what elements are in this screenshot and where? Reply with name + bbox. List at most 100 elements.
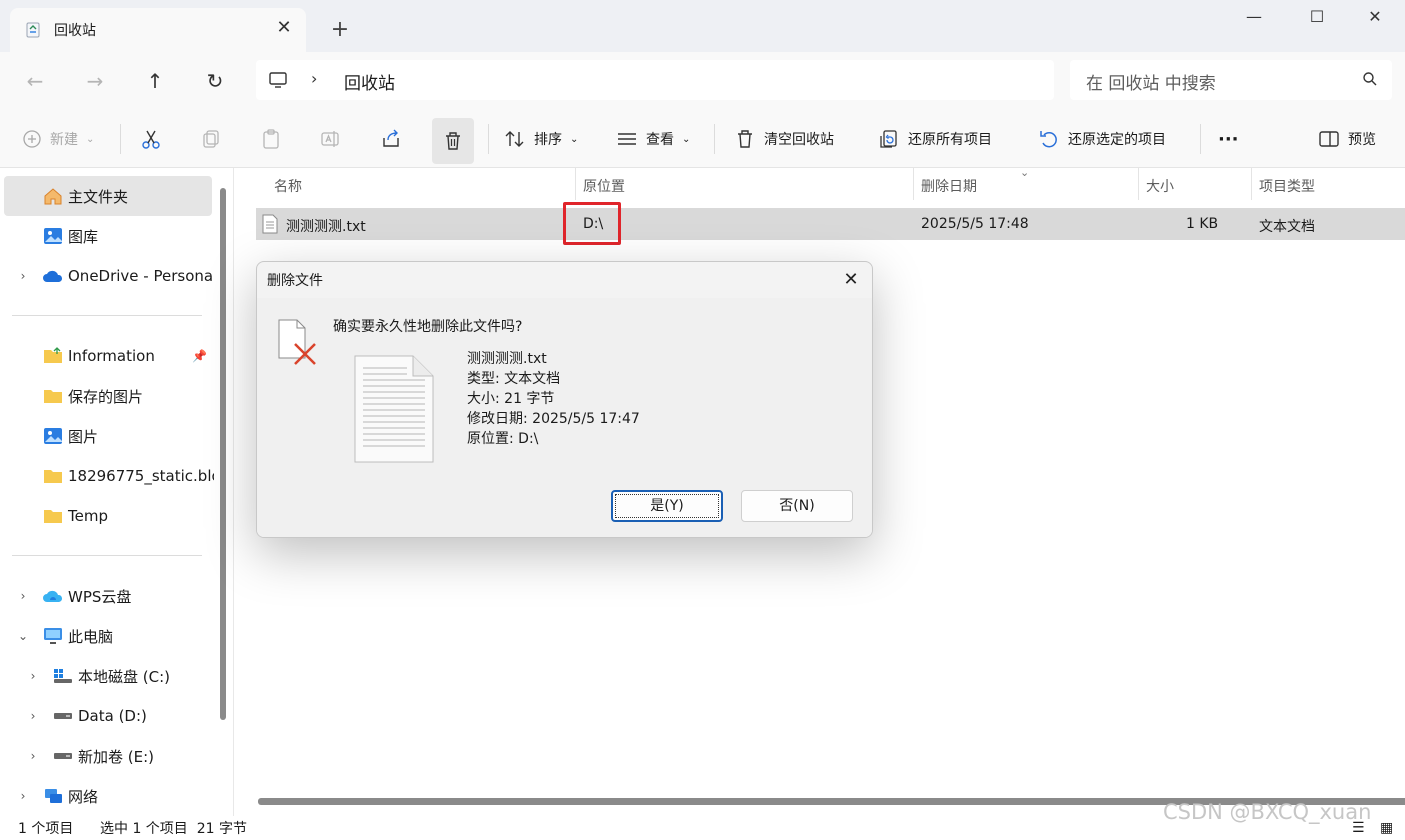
search-placeholder: 在 回收站 中搜索: [1086, 74, 1216, 94]
chevron-right-icon[interactable]: ›: [16, 269, 30, 283]
sort-button[interactable]: 排序 ⌄: [504, 120, 578, 158]
folder-icon: [42, 505, 64, 527]
back-arrow-icon[interactable]: ←: [18, 64, 52, 98]
sidebar-item-label: OneDrive - Personal: [68, 267, 214, 285]
view-label: 查看: [646, 132, 674, 148]
copy-button[interactable]: [200, 120, 222, 158]
system-drive-icon: [52, 665, 74, 687]
toolbar-divider: [488, 124, 489, 154]
sidebar-item-static-blob[interactable]: 18296775_static.blob: [0, 456, 214, 496]
chevron-right-icon[interactable]: ›: [26, 749, 40, 763]
empty-recycle-bin-button[interactable]: 清空回收站: [734, 120, 834, 158]
drive-icon: [52, 745, 74, 767]
up-arrow-icon[interactable]: ↑: [138, 64, 172, 98]
table-row[interactable]: 测测测测.txt D:\ 2025/5/5 17:48 1 KB 文本文档: [256, 208, 1405, 240]
home-icon: [42, 185, 64, 207]
undo-restore-icon: [1040, 131, 1057, 148]
sidebar-scrollbar[interactable]: [220, 188, 226, 720]
no-button[interactable]: 否(N): [741, 490, 853, 522]
maximize-icon[interactable]: ☐: [1287, 0, 1347, 34]
sidebar-item-network[interactable]: › 网络: [0, 776, 214, 816]
copy-icon: [203, 130, 219, 148]
sidebar-item-drive-d[interactable]: › Data (D:): [0, 696, 214, 736]
sidebar-item-temp[interactable]: Temp: [0, 496, 214, 536]
new-label: 新建: [50, 132, 78, 148]
column-header-original-location[interactable]: 原位置: [583, 176, 625, 196]
restore-selected-label: 还原选定的项目: [1068, 132, 1166, 148]
share-button[interactable]: [380, 120, 402, 158]
gallery-icon: [42, 225, 64, 247]
sidebar-item-drive-e[interactable]: › 新加卷 (E:): [0, 736, 214, 776]
yes-button[interactable]: 是(Y): [611, 490, 723, 522]
view-button[interactable]: 查看 ⌄: [616, 120, 690, 158]
column-divider[interactable]: [1138, 168, 1139, 200]
column-divider[interactable]: [1251, 168, 1252, 200]
address-bar[interactable]: › 回收站: [256, 60, 1054, 100]
sidebar-item-gallery[interactable]: 图库: [0, 216, 214, 256]
sidebar-item-label: Data (D:): [78, 707, 147, 725]
refresh-icon[interactable]: ↻: [198, 64, 232, 98]
column-header-size[interactable]: 大小: [1146, 176, 1174, 196]
sidebar-item-pictures[interactable]: 图片: [0, 416, 214, 456]
cut-button[interactable]: [140, 120, 162, 158]
file-name: 测测测测.txt: [286, 219, 366, 235]
minimize-icon[interactable]: —: [1224, 0, 1284, 34]
dialog-original-location: 原位置: D:\: [467, 431, 539, 447]
column-header-date-deleted[interactable]: 删除日期: [921, 176, 977, 196]
rename-button[interactable]: [320, 120, 342, 158]
column-header-name[interactable]: 名称: [274, 176, 302, 196]
breadcrumb[interactable]: 回收站: [344, 69, 395, 94]
network-icon: [42, 785, 64, 807]
restore-all-icon: [880, 130, 897, 148]
chevron-right-icon[interactable]: ›: [16, 789, 30, 803]
monitor-icon: [42, 625, 64, 647]
title-bar: 回收站 ✕ + — ☐ ✕: [0, 0, 1405, 52]
column-divider[interactable]: [913, 168, 914, 200]
sidebar-item-drive-c[interactable]: › 本地磁盘 (C:): [0, 656, 214, 696]
window-close-icon[interactable]: ✕: [1345, 0, 1405, 34]
sidebar-item-information[interactable]: Information 📌: [0, 336, 214, 376]
search-input[interactable]: 在 回收站 中搜索: [1070, 60, 1392, 100]
sidebar-item-wps-cloud[interactable]: › WPS云盘: [0, 576, 214, 616]
delete-button[interactable]: [432, 118, 474, 164]
trash-icon: [446, 132, 460, 150]
dialog-question: 确实要永久性地删除此文件吗?: [333, 319, 523, 335]
tiles-view-icon[interactable]: ▦: [1380, 820, 1393, 836]
sidebar-item-onedrive[interactable]: › OneDrive - Personal: [0, 256, 214, 296]
pin-icon[interactable]: 📌: [192, 349, 207, 363]
preview-button[interactable]: 预览: [1318, 120, 1376, 158]
toolbar-divider: [714, 124, 715, 154]
column-divider[interactable]: [575, 168, 576, 200]
scissors-icon: [142, 130, 160, 149]
file-type: 文本文档: [1259, 219, 1315, 235]
forward-arrow-icon[interactable]: →: [78, 64, 112, 98]
new-tab-plus-icon[interactable]: +: [326, 16, 354, 44]
sidebar-divider: [12, 315, 202, 316]
more-options-button[interactable]: ···: [1218, 120, 1239, 158]
column-header-type[interactable]: 项目类型: [1259, 176, 1315, 196]
file-date-deleted: 2025/5/5 17:48: [921, 216, 1029, 232]
toolbar-divider: [120, 124, 121, 154]
sidebar-item-home[interactable]: 主文件夹: [4, 176, 212, 216]
tab-close-icon[interactable]: ✕: [272, 16, 296, 40]
sidebar-item-label: Information: [68, 347, 155, 365]
new-button[interactable]: 新建 ⌄: [22, 120, 94, 158]
sort-arrows-icon: [505, 131, 524, 147]
toolbar-divider: [1200, 124, 1201, 154]
chevron-right-icon[interactable]: ›: [26, 669, 40, 683]
clipboard-icon: [263, 129, 279, 149]
chevron-right-icon[interactable]: ›: [26, 709, 40, 723]
restore-all-button[interactable]: 还原所有项目: [878, 120, 992, 158]
paste-button[interactable]: [260, 120, 282, 158]
delete-file-dialog: 删除文件 ✕ 确实要永久性地删除此文件吗? 测测测测.txt 类型: 文本文档 …: [256, 261, 873, 538]
restore-selected-button[interactable]: 还原选定的项目: [1038, 120, 1166, 158]
empty-recycle-bin-label: 清空回收站: [764, 132, 834, 148]
chevron-right-icon[interactable]: ›: [16, 589, 30, 603]
dialog-file-type: 类型: 文本文档: [467, 371, 561, 387]
chevron-down-icon[interactable]: ⌄: [16, 629, 30, 643]
sidebar-item-this-pc[interactable]: ⌄ 此电脑: [0, 616, 214, 656]
tab-recycle-bin[interactable]: 回收站 ✕: [10, 8, 306, 52]
sidebar-item-saved-pictures[interactable]: 保存的图片: [0, 376, 214, 416]
dialog-close-icon[interactable]: ✕: [836, 266, 866, 294]
preview-label: 预览: [1348, 132, 1376, 148]
